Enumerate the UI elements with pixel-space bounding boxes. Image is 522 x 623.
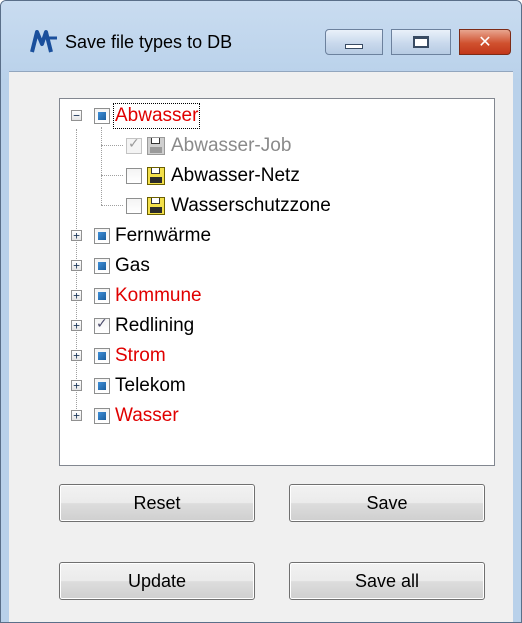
save-button[interactable]: Save: [289, 484, 485, 522]
window-title: Save file types to DB: [65, 32, 233, 52]
node-checkbox[interactable]: [126, 198, 142, 214]
node-checkbox[interactable]: [126, 136, 142, 154]
node-checkbox[interactable]: [94, 348, 110, 364]
file-types-tree[interactable]: − Abwasser Abwasser-Job Abwasser-Netz Wa…: [59, 98, 495, 466]
close-icon: ✕: [478, 34, 492, 51]
update-button[interactable]: Update: [59, 562, 255, 600]
tree-node-kommune[interactable]: Kommune: [94, 281, 202, 311]
close-button[interactable]: ✕: [459, 29, 511, 55]
node-label: Redlining: [115, 315, 195, 336]
node-label: Abwasser-Netz: [171, 165, 300, 186]
expand-toggle[interactable]: +: [71, 410, 82, 421]
node-label: Kommune: [115, 285, 202, 306]
expand-toggle[interactable]: +: [71, 380, 82, 391]
node-label: Telekom: [115, 375, 186, 396]
node-label: Abwasser: [112, 103, 201, 129]
expand-toggle[interactable]: +: [71, 350, 82, 361]
tree-node-abwasser[interactable]: Abwasser: [94, 101, 201, 131]
app-logo-icon: [30, 30, 57, 53]
floppy-disk-icon: [147, 197, 165, 215]
expand-toggle[interactable]: +: [71, 320, 82, 331]
tree-node-redlining[interactable]: Redlining: [94, 311, 194, 341]
collapse-toggle[interactable]: −: [71, 110, 82, 121]
tree-node-abwasser-job[interactable]: Abwasser-Job: [126, 131, 291, 161]
tree-node-wasserschutzzone[interactable]: Wasserschutzzone: [126, 191, 331, 221]
minimize-button[interactable]: [325, 29, 383, 55]
tree-node-fernwaerme[interactable]: Fernwärme: [94, 221, 211, 251]
node-label: Wasser: [115, 405, 179, 426]
expand-toggle[interactable]: +: [71, 260, 82, 271]
tree-node-gas[interactable]: Gas: [94, 251, 150, 281]
node-checkbox[interactable]: [94, 378, 110, 394]
node-label: Strom: [115, 345, 166, 366]
save-file-types-window: Save file types to DB ✕ − Abwasser ✓ Abw…: [0, 0, 522, 623]
tree-node-wasser[interactable]: Wasser: [94, 401, 179, 431]
tree-connector: [101, 175, 123, 176]
node-checkbox[interactable]: [126, 168, 142, 184]
maximize-button[interactable]: [391, 29, 451, 55]
node-label: Gas: [115, 255, 150, 276]
tree-node-abwasser-netz[interactable]: Abwasser-Netz: [126, 161, 300, 191]
node-checkbox[interactable]: [94, 258, 110, 274]
tree-connector: [101, 145, 123, 146]
tree-connector: [101, 205, 123, 206]
tree-connector: [101, 127, 102, 205]
dialog-body: − Abwasser Abwasser-Job Abwasser-Netz Wa…: [9, 71, 513, 622]
node-label: Fernwärme: [115, 225, 212, 246]
node-checkbox[interactable]: [94, 408, 110, 424]
save-all-button[interactable]: Save all: [289, 562, 485, 600]
node-checkbox[interactable]: [94, 288, 110, 304]
maximize-icon: [413, 36, 429, 48]
title-bar[interactable]: Save file types to DB ✕: [1, 1, 521, 81]
tree-connector: [76, 129, 77, 419]
expand-toggle[interactable]: +: [71, 230, 82, 241]
floppy-disk-icon: [147, 137, 165, 155]
node-checkbox[interactable]: [94, 108, 110, 124]
minimize-icon: [345, 43, 363, 49]
node-checkbox[interactable]: [94, 316, 110, 334]
floppy-disk-icon: [147, 167, 165, 185]
node-checkbox[interactable]: [94, 228, 110, 244]
reset-button[interactable]: Reset: [59, 484, 255, 522]
node-label: Wasserschutzzone: [171, 195, 331, 216]
tree-node-telekom[interactable]: Telekom: [94, 371, 186, 401]
expand-toggle[interactable]: +: [71, 290, 82, 301]
node-label: Abwasser-Job: [171, 135, 292, 156]
tree-node-strom[interactable]: Strom: [94, 341, 166, 371]
